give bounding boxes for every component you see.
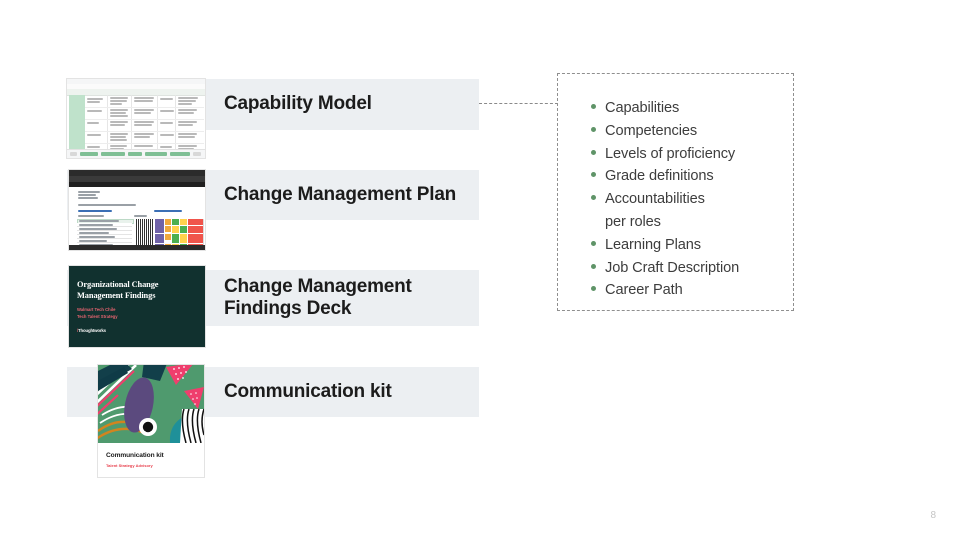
bullet-dot-icon <box>591 126 596 132</box>
deck-title-line-1: Organizational Change <box>77 280 159 289</box>
communication-kit-thumbnail[interactable]: Communication kit Talent Strategy Adviso… <box>98 365 204 477</box>
list-item-continuation: per roles <box>591 212 785 233</box>
logo-text: Thoughtworks <box>78 328 106 333</box>
list-item-label: Accountabilities <box>605 191 705 208</box>
list-item-label: Career Path <box>605 282 683 299</box>
deck-thumbnail-subtitle: Walmart Tech Chile Tech Talent Strategy <box>77 307 195 320</box>
list-item-label: Job Craft Description <box>605 259 740 276</box>
list-item: Job Craft Description <box>591 258 785 279</box>
list-item-label: Levels of proficiency <box>605 145 736 162</box>
communication-kit-artwork <box>98 365 204 443</box>
communication-kit-card-subtitle: Talent Strategy Advisory <box>106 463 153 468</box>
bullet-dot-icon <box>591 104 596 109</box>
row-title-change-management-findings-deck: Change Management Findings Deck <box>224 276 412 321</box>
row-title-line-1: Change Management <box>224 275 412 297</box>
change-management-findings-deck-thumbnail[interactable]: Organizational Change Management Finding… <box>69 266 205 347</box>
slide-canvas: Capability Model Change Management Plan … <box>0 0 960 540</box>
capability-model-bullet-list: Capabilities Competencies Levels of prof… <box>591 98 785 303</box>
communication-kit-caption: Communication kit Talent Strategy Adviso… <box>98 443 204 477</box>
row-title-communication-kit: Communication kit <box>224 380 392 402</box>
bullet-dot-icon <box>591 263 596 269</box>
list-item: Competencies <box>591 121 785 142</box>
deck-subtitle-line-2: Tech Talent Strategy <box>77 313 118 319</box>
spreadsheet-green-column <box>69 95 85 150</box>
bullet-dot-icon <box>591 286 596 292</box>
row-title-change-management-plan: Change Management Plan <box>224 183 457 205</box>
capability-model-detail-panel: Capabilities Competencies Levels of prof… <box>557 73 794 311</box>
abstract-artwork-svg <box>98 365 204 443</box>
bullet-dot-icon <box>591 195 596 201</box>
bullet-dot-icon <box>591 240 596 246</box>
list-item-label: Capabilities <box>605 100 680 116</box>
list-item-label: per roles <box>605 213 661 230</box>
list-item: Levels of proficiency <box>591 144 785 165</box>
connector-dotted-line <box>479 103 558 104</box>
list-item-label: Competencies <box>605 122 698 139</box>
list-item: Career Path <box>591 280 785 301</box>
deck-thumbnail-title: Organizational Change Management Finding… <box>77 280 195 302</box>
spreadsheet-sheet-tabs <box>67 149 205 158</box>
row-title-capability-model: Capability Model <box>224 93 372 115</box>
list-item: Capabilities <box>591 98 785 119</box>
capability-model-spreadsheet-thumbnail[interactable] <box>67 79 205 158</box>
thoughtworks-logo: /Thoughtworks <box>77 328 106 333</box>
list-item-label: Grade definitions <box>605 168 714 185</box>
deck-title-line-2: Management Findings <box>77 290 156 300</box>
change-management-plan-spreadsheet-thumbnail[interactable] <box>69 170 205 250</box>
bullet-dot-icon <box>591 149 596 155</box>
list-item: Accountabilities <box>591 189 785 210</box>
list-item-label: Learning Plans <box>605 236 701 253</box>
app-status-bar <box>69 245 205 250</box>
page-number: 8 <box>930 510 936 521</box>
list-item: Grade definitions <box>591 166 785 187</box>
bullet-dot-icon <box>591 172 596 178</box>
spreadsheet-grid <box>85 95 204 155</box>
list-item: Learning Plans <box>591 235 785 256</box>
communication-kit-card-title: Communication kit <box>106 452 164 459</box>
plan-sheet-body <box>72 187 204 250</box>
deck-subtitle-line-1: Walmart Tech Chile <box>77 307 116 312</box>
row-title-line-2: Findings Deck <box>224 298 352 319</box>
bullet-dot-placeholder <box>591 218 596 223</box>
